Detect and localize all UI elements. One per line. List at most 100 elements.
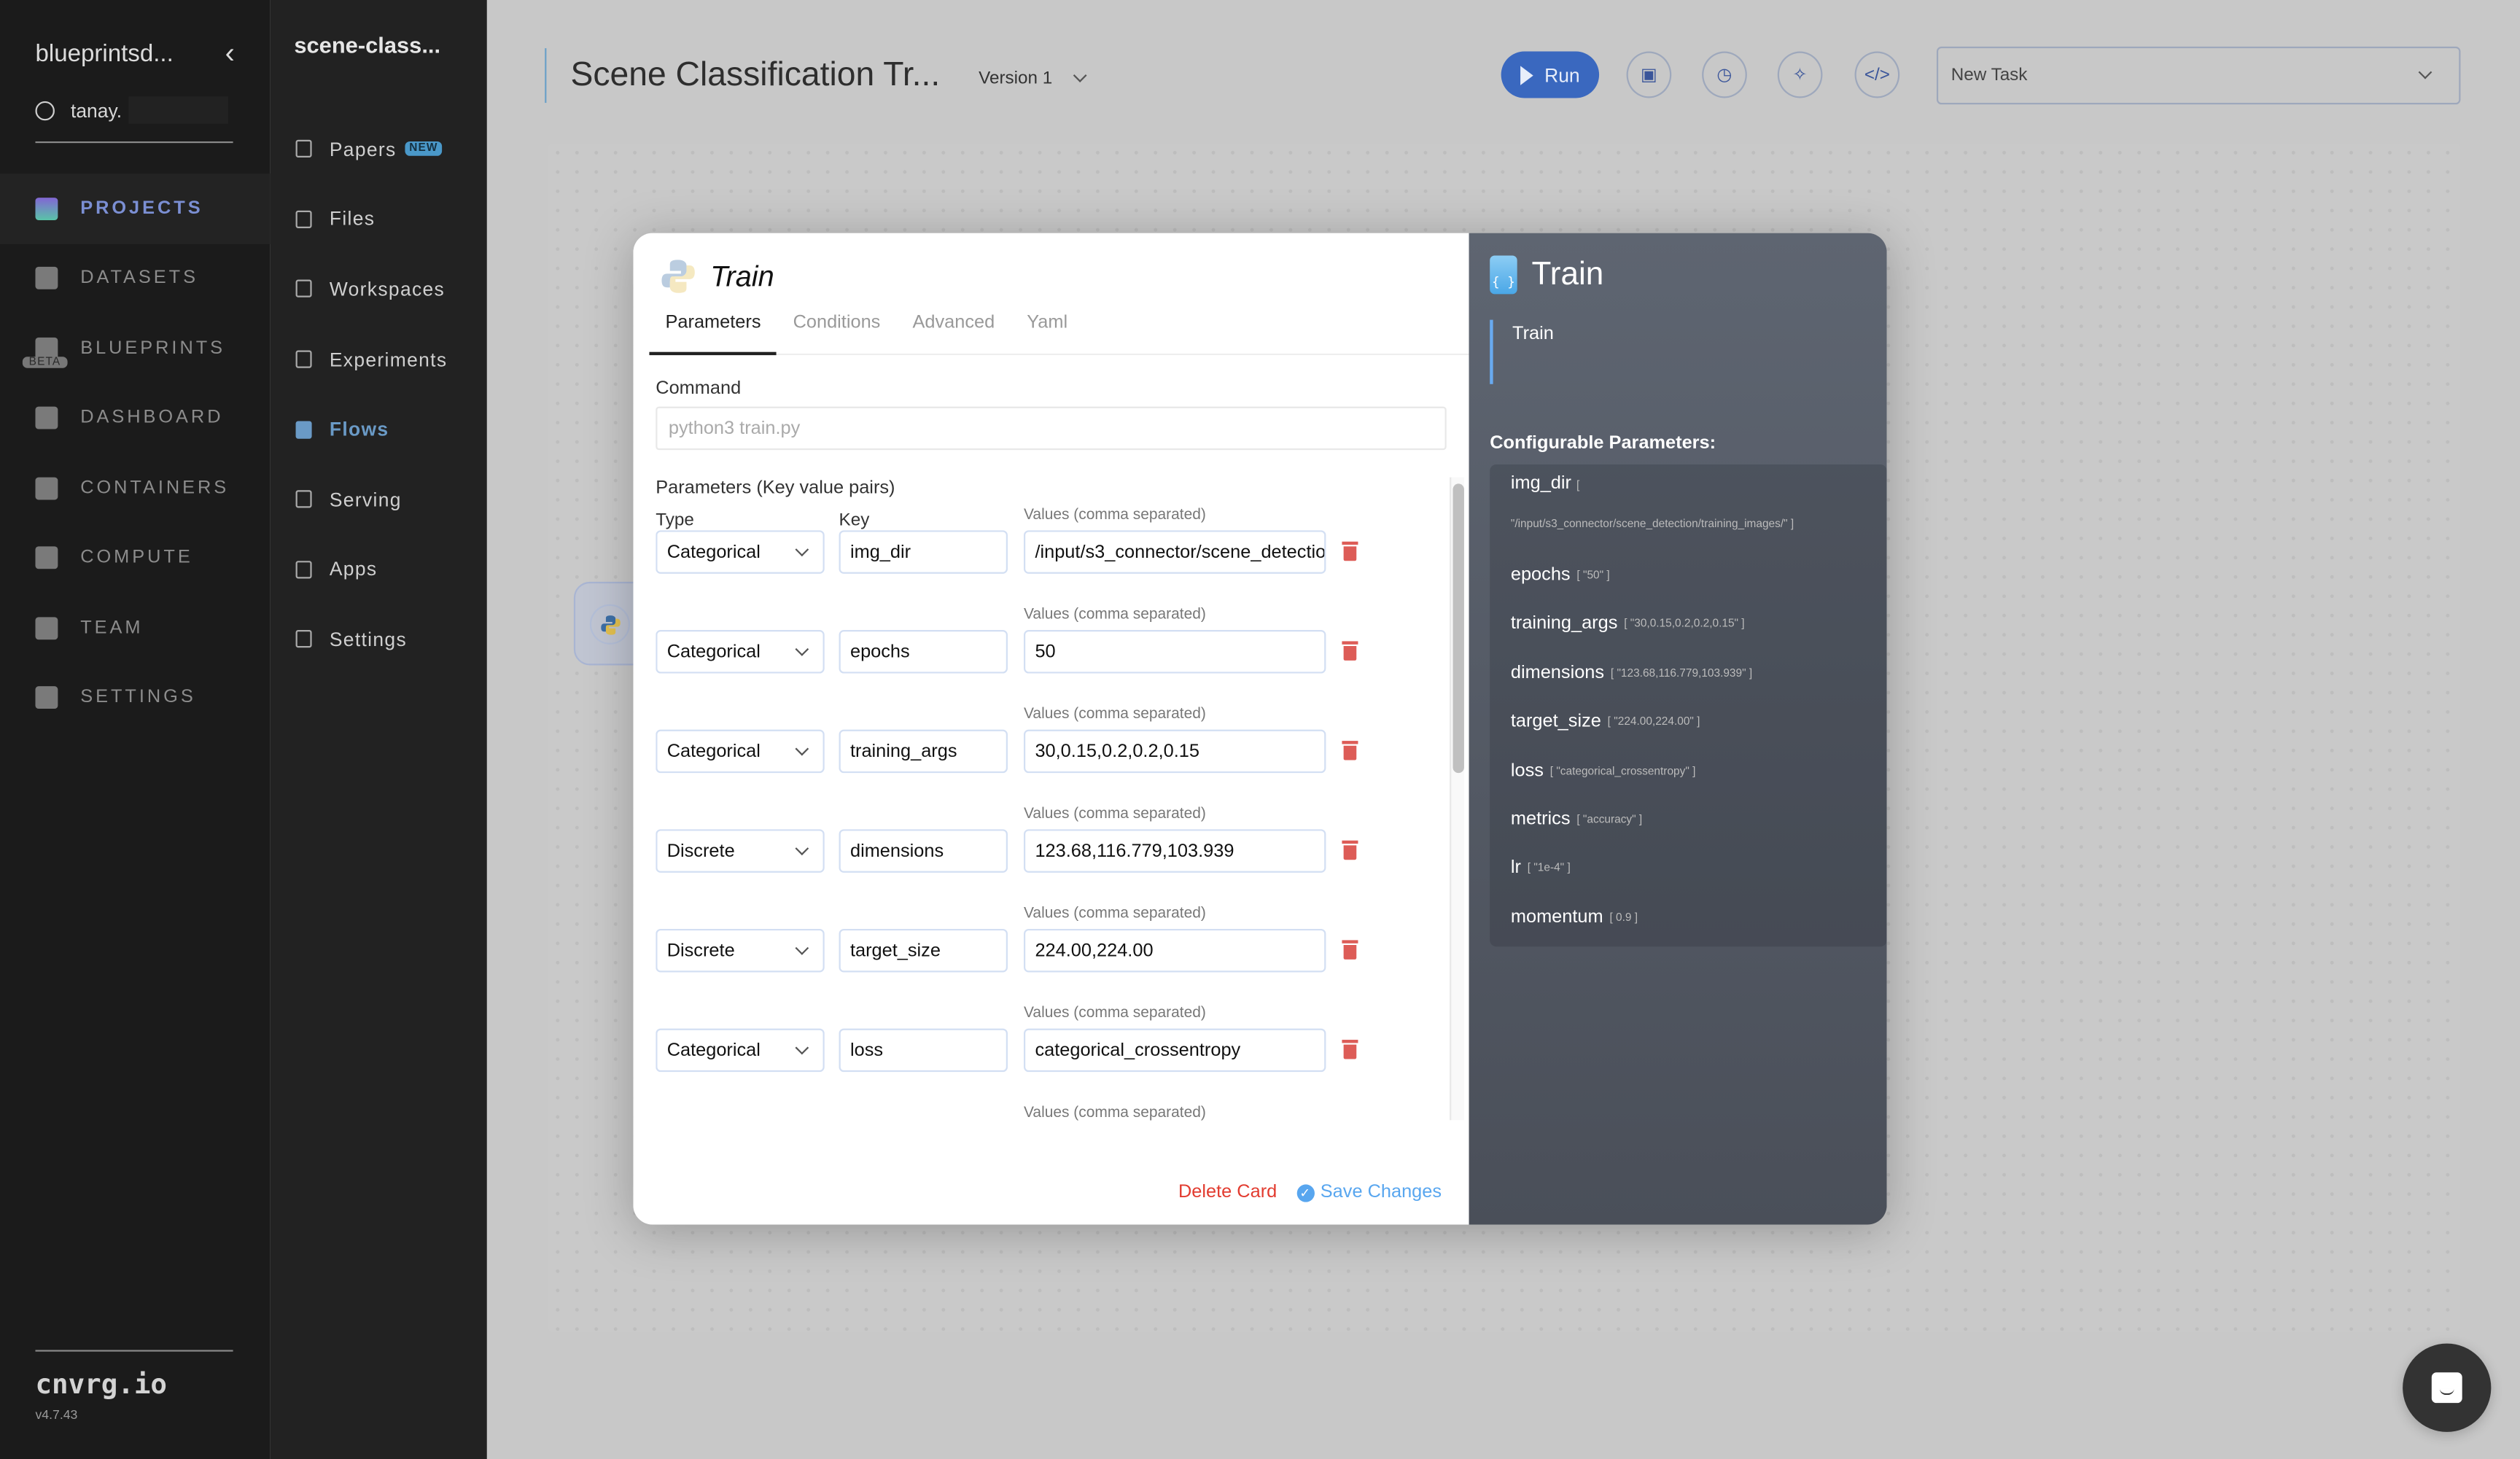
param-value: [ "30,0.15,0.2,0.2,0.15" ] (1624, 619, 1745, 631)
type-select[interactable]: Discrete (656, 928, 825, 973)
key-input[interactable]: training_args (839, 729, 1008, 774)
nav-apps[interactable]: Apps (270, 534, 487, 604)
file-icon (295, 210, 312, 228)
delete-card-button[interactable]: Delete Card (1178, 1183, 1277, 1202)
database-icon (35, 267, 58, 290)
trash-icon (1343, 945, 1357, 960)
history-button[interactable]: ◷ (1702, 51, 1747, 98)
nav-containers[interactable]: CONTAINERS (0, 454, 270, 524)
nav-label: Flows (329, 418, 389, 441)
params-label: Parameters (Key value pairs) (656, 478, 895, 499)
key-input[interactable]: img_dir (839, 530, 1008, 574)
nav-blueprints[interactable]: BLUEPRINTS (0, 314, 270, 384)
nav-workspaces[interactable]: Workspaces (270, 254, 487, 324)
new-task-select[interactable]: New Task (1936, 46, 2461, 105)
trash-icon (1343, 745, 1357, 760)
code-button[interactable]: </> (1854, 51, 1900, 98)
chat-launcher-button[interactable] (2403, 1343, 2492, 1432)
scrollbar-thumb[interactable] (1452, 483, 1464, 774)
delete-param-button[interactable] (1342, 1040, 1358, 1059)
values-input[interactable]: 50 (1024, 630, 1326, 674)
version-select[interactable]: Version 1 (979, 63, 1087, 88)
nav-settings[interactable]: SETTINGS (0, 663, 270, 733)
param-name: target_size (1510, 712, 1601, 732)
flow-title[interactable]: Scene Classification Tr... (570, 56, 940, 95)
chevron-down-icon (795, 1040, 809, 1054)
type-value: Categorical (666, 542, 761, 562)
project-sidebar: scene-class... Papers NEW Files Workspace… (270, 0, 487, 1459)
chevron-down-icon (795, 741, 809, 755)
play-icon (1520, 65, 1533, 85)
workspace-name[interactable]: blueprintsd... (35, 39, 173, 66)
nav-files[interactable]: Files (270, 184, 487, 254)
nav-serving[interactable]: Serving (270, 464, 487, 534)
nav-datasets[interactable]: DATASETS (0, 244, 270, 314)
type-select[interactable]: Categorical (656, 530, 825, 574)
param-value: [ "123.68,116.779,103.939" ] (1610, 668, 1753, 680)
configurable-params-heading: Configurable Parameters: (1490, 434, 1716, 454)
values-input[interactable]: 224.00,224.00 (1024, 928, 1326, 973)
tab-advanced[interactable]: Advanced (896, 307, 1011, 355)
nav-dashboard[interactable]: DASHBOARD (0, 384, 270, 454)
magic-button[interactable]: ✧ (1777, 51, 1823, 98)
save-changes-button[interactable]: ✓ Save Changes (1296, 1183, 1442, 1202)
nav-flows[interactable]: Flows (270, 394, 487, 464)
values-input[interactable]: /input/s3_connector/scene_detection/trai… (1024, 530, 1326, 574)
trash-icon (1343, 845, 1357, 860)
config-param: metrics [ "accuracy" ] (1490, 810, 1886, 859)
nav-label: COMPUTE (80, 548, 193, 568)
delete-param-button[interactable] (1342, 840, 1358, 860)
collapse-sidebar-icon[interactable]: ‹ (225, 39, 235, 68)
type-select[interactable]: Categorical (656, 729, 825, 774)
key-input[interactable]: epochs (839, 630, 1008, 674)
username-redaction (128, 96, 228, 124)
nav-label: Workspaces (329, 278, 446, 301)
task-title[interactable]: Train (710, 260, 774, 293)
values-input[interactable]: 123.68,116.779,103.939 (1024, 829, 1326, 873)
delete-param-button[interactable] (1342, 741, 1358, 760)
type-select[interactable]: Categorical (656, 1028, 825, 1073)
delete-param-button[interactable] (1342, 541, 1358, 561)
run-label: Run (1544, 63, 1580, 86)
values-input[interactable]: 30,0.15,0.2,0.2,0.15 (1024, 729, 1326, 774)
save-flow-button[interactable]: ▣ (1626, 51, 1672, 98)
type-value: Categorical (666, 642, 761, 661)
nav-experiments[interactable]: Experiments (270, 324, 487, 394)
param-value: [ 0.9 ] (1609, 912, 1638, 924)
nav-compute[interactable]: COMPUTE (0, 523, 270, 593)
tab-parameters[interactable]: Parameters (649, 307, 777, 356)
delete-param-button[interactable] (1342, 641, 1358, 661)
run-button[interactable]: Run (1501, 51, 1600, 98)
beta-badge: BETA (22, 357, 68, 368)
tab-conditions[interactable]: Conditions (777, 307, 897, 355)
papers-icon (295, 140, 312, 158)
chevron-down-icon (795, 940, 809, 954)
params-scrollbar[interactable] (1450, 477, 1464, 1121)
type-value: Discrete (666, 841, 735, 861)
tab-yaml[interactable]: Yaml (1011, 307, 1084, 355)
key-input[interactable]: target_size (839, 928, 1008, 973)
nav-projects[interactable]: PROJECTS (0, 174, 271, 244)
nav-team[interactable]: TEAM (0, 593, 270, 663)
type-value: Categorical (666, 742, 761, 761)
task-editor: Train Parameters Conditions Advanced Yam… (633, 233, 1469, 1225)
nav-project-settings[interactable]: Settings (270, 604, 487, 674)
brand-logo: cnvrg.io (35, 1369, 167, 1401)
username[interactable]: tanay. (71, 99, 122, 122)
param-row: Values (comma separated) Categorical tra… (656, 706, 1450, 806)
nav-papers[interactable]: Papers NEW (270, 114, 487, 184)
summary-description: Train (1490, 319, 1554, 384)
delete-param-button[interactable] (1342, 940, 1358, 960)
grid-icon (295, 560, 312, 579)
check-circle-icon: ✓ (1296, 1183, 1314, 1202)
type-select[interactable]: Discrete (656, 829, 825, 873)
task-summary-panel: { } Train Train Configurable Parameters:… (1469, 233, 1887, 1225)
values-input[interactable]: categorical_crossentropy (1024, 1028, 1326, 1073)
type-value: Categorical (666, 1040, 761, 1060)
command-input[interactable]: python3 train.py (656, 406, 1447, 451)
type-select[interactable]: Categorical (656, 630, 825, 674)
nav-label: TEAM (80, 618, 144, 638)
key-input[interactable]: loss (839, 1028, 1008, 1073)
key-input[interactable]: dimensions (839, 829, 1008, 873)
divider (35, 1350, 233, 1352)
